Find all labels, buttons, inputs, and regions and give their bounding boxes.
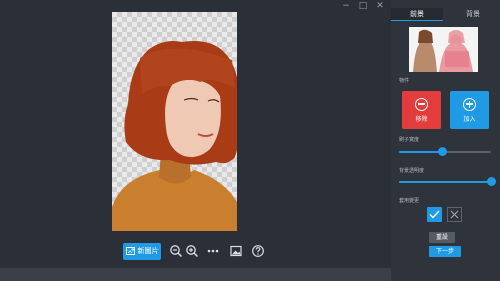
remove-label: 移除 bbox=[415, 115, 428, 123]
brush-size-handle[interactable] bbox=[438, 147, 448, 156]
tab-background[interactable]: 背景 bbox=[446, 8, 500, 20]
status-bar bbox=[0, 268, 391, 281]
tab-foreground[interactable]: 前景 bbox=[391, 8, 443, 21]
cutout-thumbnail bbox=[409, 27, 478, 72]
apply-button[interactable] bbox=[427, 207, 442, 222]
bg-opacity-handle[interactable] bbox=[487, 177, 496, 186]
close-icon[interactable]: ✕ bbox=[375, 1, 385, 11]
close-icon bbox=[450, 210, 459, 219]
discard-button[interactable] bbox=[447, 207, 462, 222]
check-icon bbox=[429, 210, 440, 219]
add-label: 加入 bbox=[463, 115, 476, 123]
thumbnail-image bbox=[409, 27, 478, 72]
portrait-image bbox=[112, 41, 237, 231]
remove-button[interactable]: 移除 bbox=[402, 91, 441, 129]
new-image-button[interactable]: 新圖片 bbox=[123, 243, 161, 260]
zoom-out-icon[interactable] bbox=[169, 244, 183, 258]
apply-changes-label: 套用變更 bbox=[399, 198, 420, 204]
bottom-toolbar: 新圖片 bbox=[0, 240, 391, 264]
add-button[interactable]: 加入 bbox=[450, 91, 489, 129]
help-icon[interactable] bbox=[251, 244, 265, 258]
bg-opacity-fill bbox=[399, 181, 491, 183]
canvas-area: − □ ✕ 新圖片 bbox=[0, 0, 391, 268]
right-panel: 前景 背景 物件 移除 加入 刷子寬度 背景透明度 套用變更 重設 下一步 bbox=[391, 0, 500, 281]
new-image-label: 新圖片 bbox=[137, 247, 159, 255]
brush-size-fill bbox=[399, 151, 443, 153]
zoom-in-icon[interactable] bbox=[185, 244, 199, 258]
plus-circle-icon bbox=[463, 97, 476, 111]
image-plus-icon bbox=[125, 247, 135, 255]
objects-label: 物件 bbox=[399, 78, 410, 84]
maximize-icon[interactable]: □ bbox=[358, 1, 368, 11]
brush-size-label: 刷子寬度 bbox=[399, 137, 420, 143]
more-icon[interactable] bbox=[206, 244, 220, 258]
minus-circle-icon bbox=[415, 97, 428, 111]
photo-preview[interactable] bbox=[112, 12, 237, 231]
brush-size-slider[interactable] bbox=[399, 147, 491, 157]
bg-opacity-label: 背景透明度 bbox=[399, 168, 425, 174]
minimize-icon[interactable]: − bbox=[341, 1, 351, 11]
reset-button[interactable]: 重設 bbox=[429, 232, 455, 243]
next-button[interactable]: 下一步 bbox=[429, 246, 461, 257]
image-icon[interactable] bbox=[229, 244, 243, 258]
tab-bar: 前景 背景 bbox=[391, 8, 500, 21]
bg-opacity-slider[interactable] bbox=[399, 177, 496, 187]
